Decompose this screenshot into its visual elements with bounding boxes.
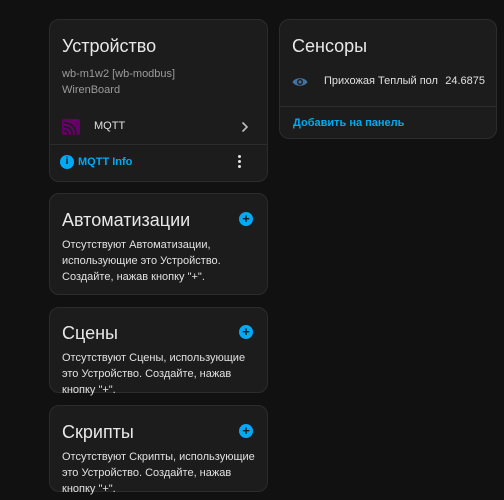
automations-empty-text: Отсутствуют Автоматизации, использующие …	[62, 239, 221, 283]
device-manufacturer: WirenBoard	[62, 84, 121, 96]
sensor-value: 24.6875	[445, 75, 485, 87]
integration-row-mqtt[interactable]: MQTT	[50, 112, 267, 142]
add-to-dashboard-link[interactable]: Добавить на панель	[293, 117, 404, 129]
scripts-empty-text: Отсутствуют Скрипты, использующие это Ус…	[62, 451, 255, 495]
info-icon: i	[60, 155, 74, 169]
mqtt-info-label: MQTT Info	[78, 156, 133, 168]
automations-card: Автоматизации + Отсутствуют Автоматизаци…	[49, 193, 268, 295]
sensor-row[interactable]: Прихожая Теплый пол 24.6875	[280, 70, 496, 94]
device-card: Устройство wb-m1w2 [wb-modbus] WirenBoar…	[49, 19, 268, 182]
add-automation-button[interactable]: +	[239, 212, 253, 226]
add-script-button[interactable]: +	[239, 424, 253, 438]
integration-label: MQTT	[94, 120, 126, 132]
scripts-card: Скрипты + Отсутствуют Скрипты, использую…	[49, 405, 268, 495]
chevron-right-icon	[241, 120, 249, 138]
sensor-name: Прихожая Теплый пол	[324, 75, 438, 87]
eye-icon	[292, 75, 308, 93]
scenes-empty-text: Отсутствуют Сцены, использующие это Устр…	[62, 352, 246, 396]
mqtt-icon	[62, 119, 80, 136]
scenes-card: Сцены + Отсутствуют Сцены, использующие …	[49, 307, 268, 396]
scenes-title: Сцены	[62, 323, 118, 343]
sensors-card: Сенсоры Прихожая Теплый пол 24.6875 Доба…	[279, 19, 497, 139]
more-vertical-icon[interactable]	[236, 155, 244, 169]
automations-title: Автоматизации	[62, 210, 191, 230]
device-card-title: Устройство	[62, 36, 157, 56]
scripts-title: Скрипты	[62, 422, 134, 442]
device-model: wb-m1w2 [wb-modbus]	[62, 68, 176, 80]
sensors-card-divider	[280, 106, 496, 107]
sensors-title: Сенсоры	[292, 36, 368, 56]
device-card-divider	[50, 144, 267, 145]
add-scene-button[interactable]: +	[239, 325, 253, 339]
